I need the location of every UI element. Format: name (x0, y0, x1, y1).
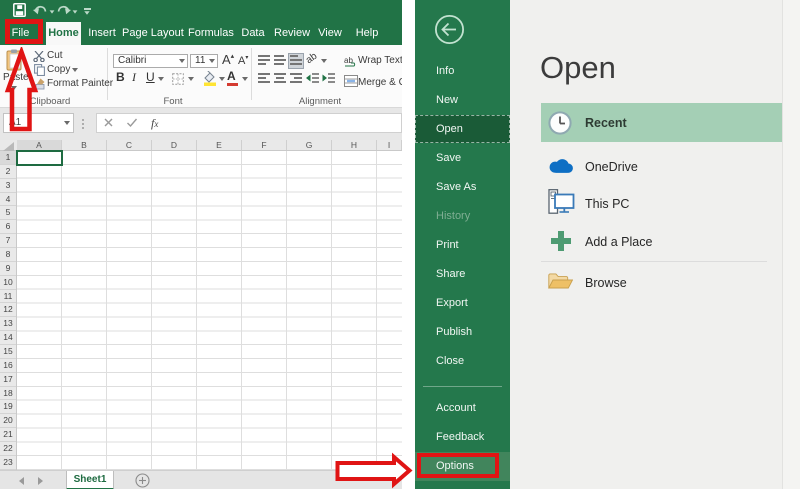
svg-text:ab: ab (344, 56, 353, 65)
